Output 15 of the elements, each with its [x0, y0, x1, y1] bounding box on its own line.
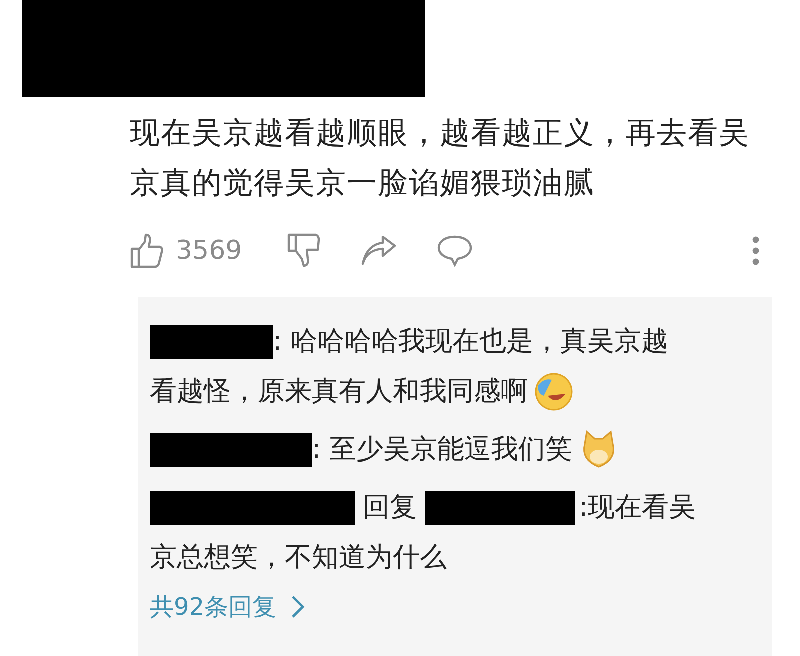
- comment-text: 现在吴京越看越顺眼，越看越正义，再去看吴京真的觉得吴京一脸谄媚猥琐油腻: [130, 115, 751, 203]
- reply-label: 回复: [363, 491, 417, 525]
- reply-text: : 哈哈哈哈我现在也是，真吴京越: [273, 325, 669, 359]
- reply-text: : 至少吴京能逗我们笑: [312, 433, 573, 467]
- thumbs-down-icon[interactable]: [287, 233, 322, 269]
- like-count: 3569: [176, 236, 242, 266]
- reply-text: :现在看吴: [579, 491, 696, 525]
- thumbs-up-icon[interactable]: [130, 233, 164, 269]
- chevron-right-icon[interactable]: [290, 595, 305, 619]
- more-icon[interactable]: [752, 236, 760, 266]
- reply-text: 京总想笑，不知道为什么: [150, 541, 447, 575]
- reply-text: 看越怪，原来真有人和我同感啊: [150, 375, 528, 409]
- comment-icon[interactable]: [437, 235, 474, 267]
- share-icon[interactable]: [361, 236, 398, 266]
- more-replies-link[interactable]: 共92条回复: [150, 591, 277, 623]
